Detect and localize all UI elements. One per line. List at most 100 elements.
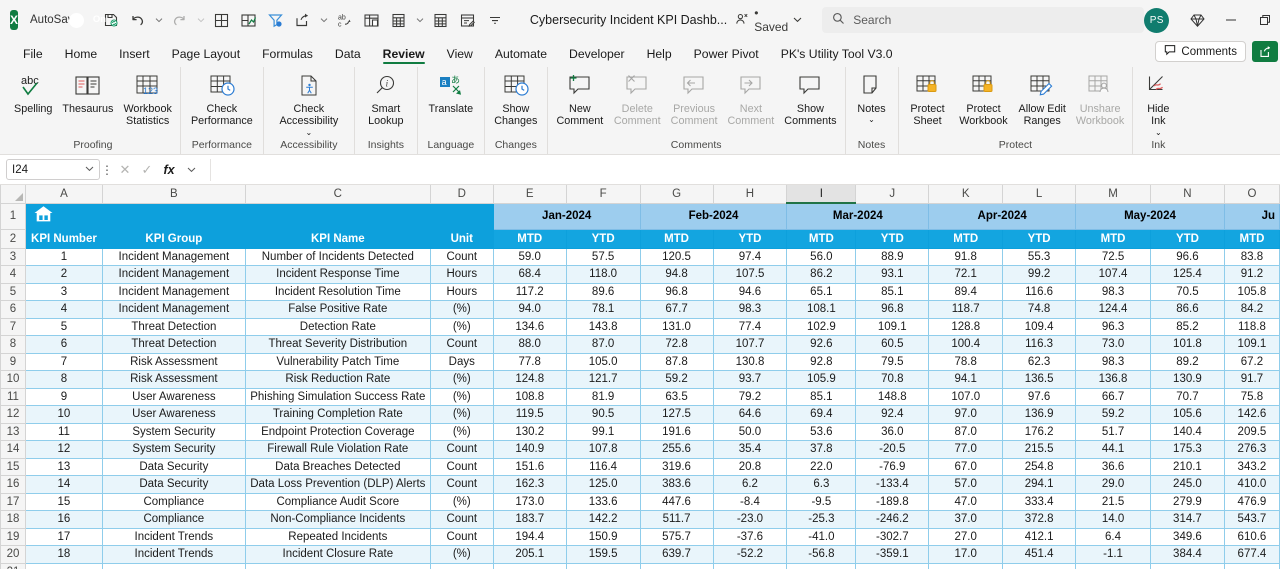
cell-value[interactable]: 124.8: [492, 370, 567, 389]
cell-value[interactable]: 610.6: [1223, 527, 1280, 546]
cell-value[interactable]: 67.2: [1223, 352, 1280, 371]
cell-value[interactable]: 476.9: [1223, 492, 1280, 511]
cell-value[interactable]: 79.2: [712, 387, 788, 406]
cell-value[interactable]: 105.9: [786, 370, 857, 389]
cell-value[interactable]: 125.4: [1149, 265, 1225, 284]
search-input[interactable]: Search: [853, 13, 891, 27]
cell-unit[interactable]: Count: [429, 457, 494, 476]
cell-value[interactable]: 63.5: [639, 387, 714, 406]
cell-value[interactable]: 94.0: [492, 300, 567, 319]
cell-value[interactable]: 96.3: [1075, 317, 1151, 336]
restore-button[interactable]: [1249, 6, 1280, 34]
cell-kpi-number[interactable]: 17: [24, 527, 103, 546]
cell-value[interactable]: 98.3: [1075, 282, 1151, 301]
insert-function-icon[interactable]: fx: [158, 163, 180, 177]
cell-value[interactable]: 136.5: [1002, 370, 1077, 389]
row-header-5[interactable]: 5: [0, 282, 26, 301]
row-header-3[interactable]: 3: [0, 247, 26, 266]
cell-value[interactable]: 136.9: [1002, 405, 1077, 424]
cell-value[interactable]: 148.8: [855, 387, 930, 406]
chevron-down-icon[interactable]: [793, 13, 802, 27]
cell-unit[interactable]: (%): [429, 370, 494, 389]
cell-unit[interactable]: Days: [429, 352, 494, 371]
column-header-k[interactable]: K: [928, 185, 1004, 204]
cell-value[interactable]: 67.7: [639, 300, 714, 319]
cell-empty[interactable]: [786, 562, 857, 569]
cell-value[interactable]: 118.0: [565, 265, 641, 284]
column-header-b[interactable]: B: [101, 185, 246, 204]
cell-value[interactable]: 96.8: [639, 282, 714, 301]
cell-value[interactable]: 210.1: [1149, 457, 1225, 476]
cell-value[interactable]: 27.0: [928, 527, 1004, 546]
tab-view[interactable]: View: [436, 48, 484, 64]
cell-value[interactable]: -56.8: [786, 545, 857, 564]
chevron-down-icon[interactable]: ⌄: [868, 115, 875, 124]
cell-empty[interactable]: [24, 562, 103, 569]
cell-value[interactable]: 14.0: [1075, 510, 1151, 529]
cell-value[interactable]: 130.2: [492, 422, 567, 441]
tab-power-pivot[interactable]: Power Pivot: [683, 48, 770, 64]
cell-value[interactable]: 119.5: [492, 405, 567, 424]
cancel-icon[interactable]: ✕: [114, 162, 136, 178]
cell-value[interactable]: 68.4: [492, 265, 567, 284]
select-all-corner[interactable]: [0, 185, 26, 204]
cell-value[interactable]: 124.4: [1075, 300, 1151, 319]
cell-empty[interactable]: [855, 562, 930, 569]
row-header-18[interactable]: 18: [0, 510, 26, 529]
cell-empty[interactable]: [928, 562, 1004, 569]
cell-value[interactable]: 56.0: [786, 247, 857, 266]
cell-value[interactable]: -9.5: [786, 492, 857, 511]
cell-value[interactable]: 120.5: [639, 247, 714, 266]
redo-icon[interactable]: [167, 7, 193, 33]
cell-unit[interactable]: Count: [429, 247, 494, 266]
cell-value[interactable]: 98.3: [712, 300, 788, 319]
cell-value[interactable]: 245.0: [1149, 475, 1225, 494]
cell-empty[interactable]: [1002, 562, 1077, 569]
cell-kpi-name[interactable]: False Positive Rate: [244, 300, 431, 319]
spelling-icon[interactable]: ab c: [332, 7, 358, 33]
cell-value[interactable]: 84.2: [1223, 300, 1280, 319]
cell-value[interactable]: 59.2: [639, 370, 714, 389]
cell-unit[interactable]: (%): [429, 300, 494, 319]
tab-page-layout[interactable]: Page Layout: [161, 48, 251, 64]
row-header-14[interactable]: 14: [0, 440, 26, 459]
cell-kpi-group[interactable]: User Awareness: [101, 405, 246, 424]
spreadsheet-grid[interactable]: A B C D E F G H I J K L M N O 1 Jan-2024…: [0, 185, 1280, 569]
chart-icon[interactable]: [236, 7, 262, 33]
cell-value[interactable]: 59.2: [1075, 405, 1151, 424]
cell-value[interactable]: 55.3: [1002, 247, 1077, 266]
workbook-statistics-button[interactable]: 123 Workbook Statistics: [118, 69, 176, 128]
cell-value[interactable]: 108.8: [492, 387, 567, 406]
cell-empty[interactable]: [1149, 562, 1225, 569]
protect-sheet-button[interactable]: Protect Sheet: [902, 69, 954, 128]
cell-value[interactable]: 70.5: [1149, 282, 1225, 301]
search-box[interactable]: Search: [822, 7, 1145, 33]
cell-value[interactable]: -25.3: [786, 510, 857, 529]
show-comments-button[interactable]: Show Comments: [779, 69, 841, 128]
cell-empty[interactable]: [101, 562, 246, 569]
cell-value[interactable]: 101.8: [1149, 335, 1225, 354]
cell-value[interactable]: 64.6: [712, 405, 788, 424]
cell-kpi-group[interactable]: Incident Management: [101, 265, 246, 284]
delete-comment-button[interactable]: Delete Comment: [609, 69, 666, 128]
cell-value[interactable]: 107.8: [565, 440, 641, 459]
cell-value[interactable]: 57.0: [928, 475, 1004, 494]
cell-value[interactable]: 89.4: [928, 282, 1004, 301]
cell-value[interactable]: 384.4: [1149, 545, 1225, 564]
cell-value[interactable]: 85.1: [786, 387, 857, 406]
cell-unit[interactable]: Count: [429, 510, 494, 529]
cell-value[interactable]: 85.2: [1149, 317, 1225, 336]
cell-kpi-group[interactable]: Data Security: [101, 475, 246, 494]
cell-value[interactable]: -76.9: [855, 457, 930, 476]
cell-unit[interactable]: Hours: [429, 265, 494, 284]
tab-file[interactable]: File: [12, 48, 54, 64]
table-row[interactable]: 12 10 User Awareness Training Completion Ra…: [0, 405, 1280, 424]
calculate-now-icon[interactable]: [386, 7, 412, 33]
cell-value[interactable]: 92.6: [786, 335, 857, 354]
column-header-h[interactable]: H: [712, 185, 788, 204]
cell-unit[interactable]: (%): [429, 492, 494, 511]
cell-value[interactable]: 372.8: [1002, 510, 1077, 529]
column-header-g[interactable]: G: [639, 185, 714, 204]
cell-value[interactable]: 131.0: [639, 317, 714, 336]
cell-value[interactable]: 105.8: [1223, 282, 1280, 301]
